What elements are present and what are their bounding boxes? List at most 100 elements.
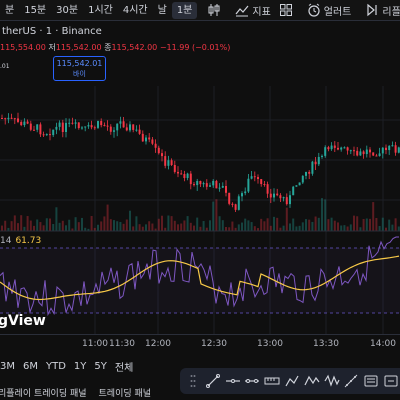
range-6m[interactable]: 6M [19,361,42,372]
candle-body [388,145,391,151]
volume-bar [385,227,387,231]
volume-bar [29,220,32,231]
sell-price-edge: .01 [0,63,10,70]
pattern-tool-icon[interactable] [303,371,321,391]
volume-bar [276,217,279,231]
volume-bar [145,224,147,231]
horizontal-line-tool-icon[interactable] [224,371,242,391]
volume-bar [349,224,352,231]
volume-bar [125,219,128,231]
list-tool-icon[interactable] [362,371,380,391]
candle-body [106,125,109,127]
candle-body [346,147,349,151]
candle-body [250,176,253,179]
volume-bars [1,198,400,231]
volume-bar [321,198,323,231]
range-5y[interactable]: 5Y [90,361,110,372]
candle-body [202,183,205,185]
path-tool-icon[interactable] [283,371,301,391]
candle-body [65,122,67,132]
candle-body [20,121,23,126]
tab-replay-trading-panel[interactable]: 리플레이 트레이딩 패널 [0,386,87,399]
candle-body [97,121,99,128]
candle-body [119,121,122,124]
candle-body [285,197,288,205]
volume-bar [356,216,359,231]
volume-bar [26,216,29,231]
time-label: 12:30 [201,339,227,349]
buy-button[interactable]: 115,542.01 바이 [53,56,106,81]
volume-bar [394,218,397,231]
volume-bar [122,223,125,231]
volume-bar [225,226,227,231]
line-tool-icon[interactable] [204,371,222,391]
measure-tool-icon[interactable] [343,371,361,391]
candle-body [39,124,42,135]
volume-bar [116,221,119,231]
candle-body [141,133,144,142]
volume-bar [106,204,109,231]
time-axis[interactable]: 11:00 11:30 12:00 12:30 13:00 13:30 14:0… [0,334,400,354]
volume-bar [109,219,112,231]
candle-body [349,150,352,152]
volume-bar [260,218,263,231]
volume-bar [292,218,295,231]
candle-body [362,151,365,155]
range-all[interactable]: 전체 [111,359,137,374]
volume-bar [269,225,272,231]
candle-body [215,180,218,189]
ruler-tool-icon[interactable] [263,371,281,391]
candle-body [81,127,83,129]
more-tool-icon[interactable] [382,371,400,391]
volume-bar [285,207,288,231]
range-3m[interactable]: 3M [0,361,19,372]
zigzag-tool-icon[interactable] [323,371,341,391]
candle-body [273,193,275,198]
bottom-panel-tabs: 리플레이 트레이딩 패널 트레이딩 패널 [0,384,163,400]
volume-bar [388,219,391,231]
volume-bar [381,217,384,231]
candle-body [138,129,141,134]
candle-body [343,147,346,149]
candle-body [125,127,128,131]
candle-body [189,173,192,185]
candle-body [305,171,307,176]
candle-body [33,129,35,131]
ray-tool-icon[interactable] [243,371,261,391]
candle-body [295,185,298,187]
candle-body [282,197,285,199]
candle-body [109,126,112,132]
volume-bar [193,225,195,231]
candle-body [356,150,359,156]
volume-bar [330,217,333,231]
time-label: 13:30 [313,339,339,349]
volume-bar [340,225,343,231]
volume-bar [33,225,35,231]
candlestick-series [1,112,400,212]
volume-bar [218,216,221,231]
candle-body [337,147,339,150]
candle-body [340,147,343,150]
volume-bar [253,226,256,231]
close-value: 115,542.00 [111,43,158,52]
candle-body [327,147,330,150]
candle-body [324,147,327,156]
volume-bar [100,221,103,231]
candle-body [231,203,234,205]
range-ytd[interactable]: YTD [42,361,70,372]
volume-bar [244,218,247,231]
candle-body [180,173,183,175]
candle-body [394,145,397,153]
grip-icon[interactable] [184,371,202,391]
volume-bar [138,224,141,231]
candle-body [132,124,135,130]
tab-trading-panel[interactable]: 트레이딩 패널 [99,386,152,399]
candle-body [164,156,167,166]
volume-bar [301,222,304,231]
volume-bar [20,215,23,231]
candle-body [122,121,125,128]
range-1y[interactable]: 1Y [70,361,90,372]
volume-bar [202,221,205,231]
candle-body [170,160,173,166]
volume-bar [266,218,269,231]
